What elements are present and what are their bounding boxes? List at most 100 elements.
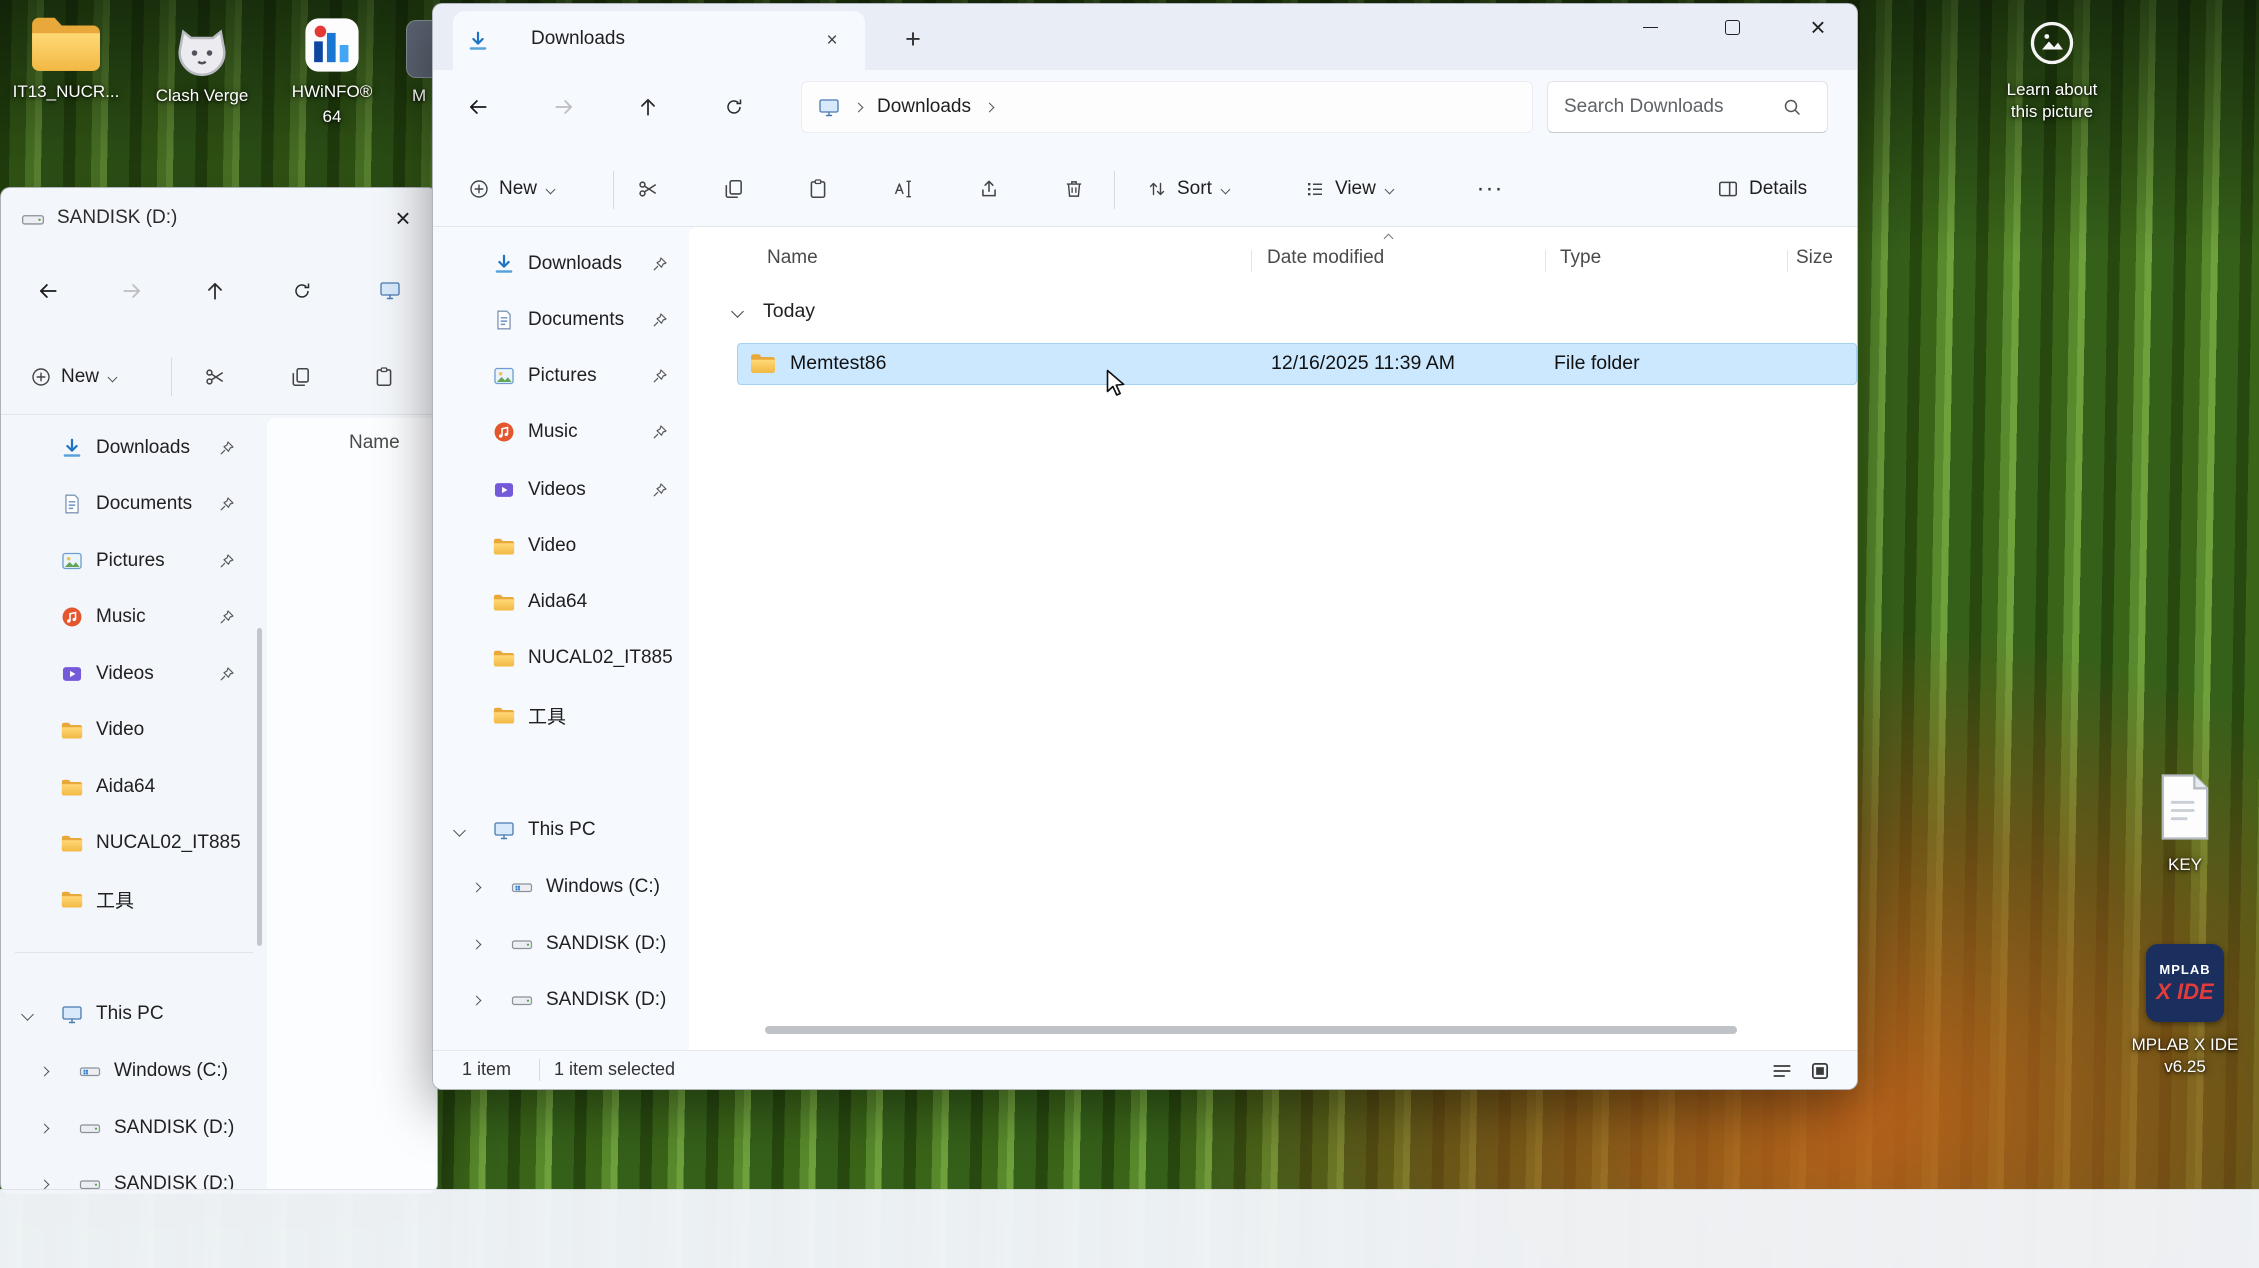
sidebar-item-pictures[interactable]: Pictures [61, 537, 165, 585]
chevron-right-icon [40, 1066, 50, 1076]
column-header-name[interactable]: Name [349, 432, 400, 454]
sidebar-item-video[interactable]: Video [61, 706, 144, 754]
sidebar-item-downloads[interactable]: Downloads [493, 240, 622, 288]
column-header-type[interactable]: Type [1560, 247, 1601, 269]
sidebar-item-downloads[interactable]: Downloads [61, 424, 190, 472]
delete-button[interactable] [1048, 163, 1100, 215]
sort-button[interactable]: Sort [1135, 162, 1241, 216]
trash-icon [1063, 178, 1085, 200]
tab-downloads[interactable]: Downloads × [453, 11, 865, 70]
copy-button[interactable] [275, 351, 327, 403]
new-plus-icon [31, 367, 51, 387]
sidebar-item-nucal02[interactable]: NUCAL02_IT885 [61, 819, 241, 867]
cut-button[interactable] [622, 163, 674, 215]
cut-button[interactable] [189, 351, 241, 403]
new-tab-button[interactable]: + [894, 20, 932, 58]
share-button[interactable] [963, 163, 1015, 215]
new-button[interactable]: New [19, 350, 128, 404]
sidebar-item-this-pc[interactable]: This PC [23, 990, 164, 1038]
new-button[interactable]: New [457, 162, 566, 216]
desktop-icon-key[interactable]: KEY [2130, 772, 2240, 876]
details-pane-button[interactable]: Details [1705, 162, 1819, 216]
rename-icon [893, 178, 915, 200]
sidebar-item-aida64[interactable]: Aida64 [61, 763, 155, 811]
paste-button[interactable] [792, 163, 844, 215]
file-row-memtest86[interactable]: Memtest86 12/16/2025 11:39 AM File folde… [737, 343, 1857, 385]
drive-icon [79, 1118, 101, 1138]
back-button[interactable] [455, 84, 501, 130]
sidebar-scrollbar[interactable] [257, 628, 262, 946]
chevron-right-icon [40, 1179, 50, 1189]
clash-verge-icon [172, 18, 232, 78]
details-view-toggle[interactable] [1767, 1057, 1797, 1085]
sidebar-item-windows-c[interactable]: Windows (C:) [473, 863, 660, 911]
desktop-icon-label: KEY [2168, 854, 2202, 876]
sidebar-item-documents[interactable]: Documents [61, 480, 192, 528]
breadcrumb[interactable]: Downloads [801, 81, 1533, 133]
sidebar-item-sandisk-d[interactable]: SANDISK (D:) [473, 920, 666, 968]
pin-icon [652, 256, 668, 272]
breadcrumb-segment-downloads[interactable]: Downloads [877, 96, 971, 118]
sidebar-item-gongju[interactable]: 工具 [61, 875, 134, 923]
desktop-icon-label: Clash Verge [156, 85, 249, 107]
column-header-size[interactable]: Size [1796, 247, 1833, 269]
minimize-button[interactable] [1614, 4, 1686, 50]
thumbnail-view-toggle[interactable] [1805, 1057, 1835, 1085]
hwinfo-icon [303, 16, 361, 74]
sidebar-item-windows-c[interactable]: Windows (C:) [41, 1047, 228, 1095]
desktop-icon-hwinfo[interactable]: HWiNFO® 64 [276, 16, 388, 128]
chevron-right-icon [472, 995, 482, 1005]
close-button[interactable]: × [1779, 4, 1857, 50]
desktop-icon-mplab[interactable]: MPLAB X IDE MPLAB X IDE v6.25 [2130, 944, 2240, 1078]
up-button[interactable] [192, 268, 238, 314]
column-header-date-modified[interactable]: Date modified [1267, 247, 1384, 269]
view-label: View [1335, 178, 1376, 200]
file-list-empty: Name [267, 418, 437, 1193]
paste-button[interactable] [358, 351, 410, 403]
desktop-icon-label-line2: 64 [323, 106, 342, 128]
group-header-today[interactable]: Today [763, 300, 815, 323]
folder-icon [493, 649, 515, 668]
horizontal-scrollbar[interactable] [765, 1026, 1737, 1034]
drive-icon [511, 934, 533, 954]
sidebar-item-pictures[interactable]: Pictures [493, 352, 597, 400]
desktop-icon-clash-verge[interactable]: Clash Verge [146, 18, 258, 107]
sidebar-item-music[interactable]: Music [61, 593, 146, 641]
mplab-logo-x: X IDE [2156, 979, 2213, 1005]
sidebar-item-this-pc[interactable]: This PC [455, 806, 596, 854]
sidebar-item-videos[interactable]: Videos [493, 466, 586, 514]
back-button[interactable] [25, 268, 71, 314]
close-button[interactable]: × [381, 198, 425, 238]
sidebar-item-gongju[interactable]: 工具 [493, 691, 566, 739]
sidebar-item-aida64[interactable]: Aida64 [493, 578, 587, 626]
folder-icon [493, 593, 515, 612]
chevron-right-icon [472, 939, 482, 949]
sidebar-item-sandisk-d[interactable]: SANDISK (D:) [41, 1104, 234, 1152]
up-button[interactable] [625, 84, 671, 130]
sidebar-item-video[interactable]: Video [493, 522, 576, 570]
sidebar-item-sandisk-d2[interactable]: SANDISK (D:) [473, 976, 666, 1024]
file-date-modified: 12/16/2025 11:39 AM [1271, 352, 1455, 375]
copy-button[interactable] [708, 163, 760, 215]
mplab-icon: MPLAB X IDE [2146, 944, 2224, 1022]
folder-icon [493, 706, 515, 725]
sidebar-item-music[interactable]: Music [493, 408, 578, 456]
desktop-icon-it13-folder[interactable]: IT13_NUCR... [10, 14, 122, 103]
spotlight-learn-about[interactable]: Learn about this picture [1994, 20, 2110, 123]
search-input[interactable]: Search Downloads [1547, 81, 1828, 133]
rename-button[interactable] [878, 163, 930, 215]
status-selection: 1 item selected [554, 1059, 675, 1080]
refresh-button[interactable] [279, 268, 325, 314]
sidebar-item-nucal02[interactable]: NUCAL02_IT885 [493, 634, 673, 682]
sidebar-item-videos[interactable]: Videos [61, 650, 154, 698]
sidebar-item-documents[interactable]: Documents [493, 296, 624, 344]
forward-button[interactable] [541, 84, 587, 130]
forward-button[interactable] [109, 268, 155, 314]
refresh-button[interactable] [711, 84, 757, 130]
view-button[interactable]: View [1293, 162, 1405, 216]
column-header-name[interactable]: Name [767, 247, 818, 269]
music-icon [61, 606, 83, 628]
more-options-button[interactable]: ··· [1465, 163, 1515, 215]
maximize-button[interactable] [1696, 4, 1768, 50]
tab-close-button[interactable]: × [817, 26, 847, 56]
